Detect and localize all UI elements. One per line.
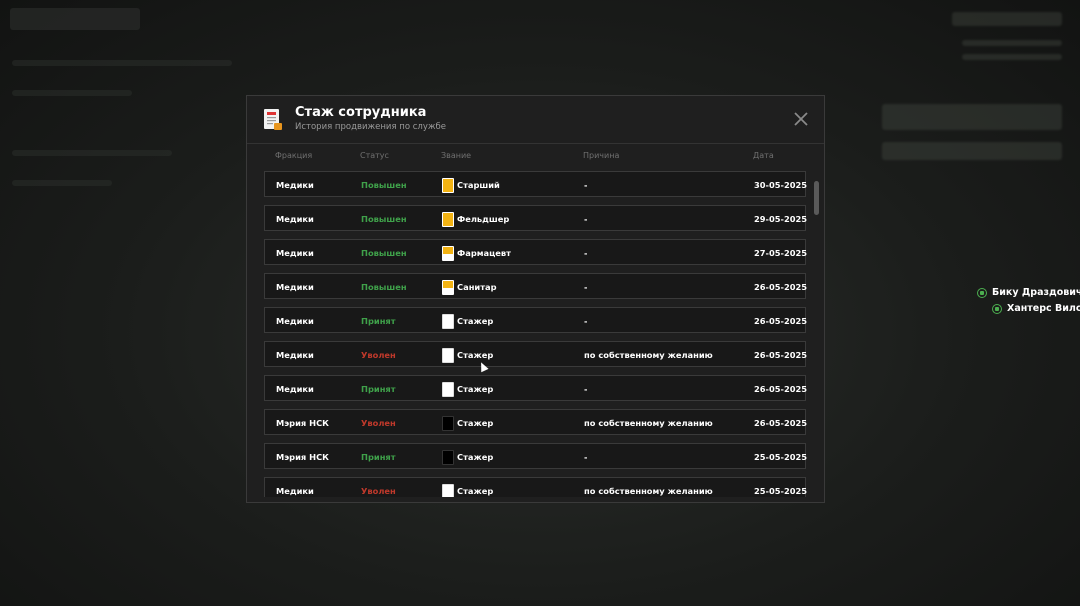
row-rank: Старший: [457, 180, 500, 190]
table-row[interactable]: Медики Уволен Стажер по собственному желани…: [264, 477, 808, 497]
table-row[interactable]: Медики Повышен Фельдшер - 29-05-2025: [264, 205, 808, 231]
row-reason: -: [584, 214, 588, 224]
row-date: 25-05-2025: [754, 452, 808, 462]
table-row[interactable]: Мэрия НСК Принят Стажер - 25-05-2025: [264, 443, 808, 469]
modal-title: Стаж сотрудника: [295, 105, 427, 120]
row-faction: Медики: [276, 282, 314, 292]
row-status: Повышен: [361, 180, 407, 190]
table-row[interactable]: Медики Принят Стажер - 26-05-2025: [264, 307, 808, 333]
column-header-reason: Причина: [583, 151, 620, 160]
table-row[interactable]: Медики Повышен Санитар - 26-05-2025: [264, 273, 808, 299]
background-logo-bar: [10, 8, 140, 30]
row-faction: Мэрия НСК: [276, 452, 329, 462]
row-faction: Медики: [276, 350, 314, 360]
row-reason: -: [584, 316, 588, 326]
rank-badge-icon: [442, 212, 454, 227]
row-status: Повышен: [361, 214, 407, 224]
row-reason: -: [584, 282, 588, 292]
row-status: Повышен: [361, 248, 407, 258]
row-date: 26-05-2025: [754, 316, 808, 326]
row-rank: Стажер: [457, 384, 494, 394]
modal-header: Стаж сотрудника История продвижения по с…: [247, 96, 824, 144]
table-header: Фракция Статус Звание Причина Дата: [247, 148, 824, 166]
rank-badge-icon: [442, 382, 454, 397]
row-reason: по собственному желанию: [584, 486, 713, 496]
row-faction: Медики: [276, 384, 314, 394]
voice-chat-icon: [992, 304, 1002, 314]
row-rank: Стажер: [457, 486, 494, 496]
row-date: 29-05-2025: [754, 214, 808, 224]
player-name-tag: Бику Драздович: [992, 287, 1080, 298]
row-date: 27-05-2025: [754, 248, 808, 258]
row-reason: -: [584, 180, 588, 190]
close-icon[interactable]: [792, 110, 810, 128]
row-reason: -: [584, 452, 588, 462]
row-date: 26-05-2025: [754, 384, 808, 394]
row-faction: Медики: [276, 316, 314, 326]
row-date: 30-05-2025: [754, 180, 808, 190]
row-status: Принят: [361, 384, 396, 394]
row-reason: -: [584, 248, 588, 258]
row-faction: Медики: [276, 248, 314, 258]
rank-badge-icon: [442, 416, 454, 431]
column-header-date: Дата: [753, 151, 774, 160]
table-row[interactable]: Медики Уволен Стажер по собственному желани…: [264, 341, 808, 367]
row-date: 26-05-2025: [754, 350, 808, 360]
table-row[interactable]: Медики Повышен Старший - 30-05-2025: [264, 171, 808, 197]
row-status: Принят: [361, 452, 396, 462]
row-reason: по собственному желанию: [584, 350, 713, 360]
table-row[interactable]: Медики Повышен Фармацевт - 27-05-2025: [264, 239, 808, 265]
row-reason: -: [584, 384, 588, 394]
row-rank: Стажер: [457, 350, 494, 360]
modal-subtitle: История продвижения по службе: [295, 122, 446, 132]
row-status: Уволен: [361, 486, 396, 496]
document-icon: [264, 109, 282, 130]
rank-badge-icon: [442, 450, 454, 465]
column-header-faction: Фракция: [275, 151, 313, 160]
rank-badge-icon: [442, 178, 454, 193]
row-rank: Санитар: [457, 282, 497, 292]
history-table[interactable]: Медики Повышен Старший - 30-05-2025 Медики Пов…: [264, 171, 808, 497]
row-rank: Стажер: [457, 418, 494, 428]
row-rank: Фармацевт: [457, 248, 511, 258]
player-name-tag: Хантерс Вилс: [1007, 303, 1080, 314]
rank-badge-icon: [442, 484, 454, 497]
row-faction: Медики: [276, 180, 314, 190]
row-status: Уволен: [361, 418, 396, 428]
table-row[interactable]: Медики Принят Стажер - 26-05-2025: [264, 375, 808, 401]
table-row[interactable]: Мэрия НСК Уволен Стажер по собственному жел…: [264, 409, 808, 435]
background-hud: [882, 6, 1072, 166]
voice-chat-icon: [977, 288, 987, 298]
row-rank: Фельдшер: [457, 214, 510, 224]
row-status: Повышен: [361, 282, 407, 292]
row-status: Принят: [361, 316, 396, 326]
row-date: 26-05-2025: [754, 282, 808, 292]
row-rank: Стажер: [457, 316, 494, 326]
rank-badge-icon: [442, 348, 454, 363]
scrollbar-thumb[interactable]: [814, 181, 819, 215]
row-reason: по собственному желанию: [584, 418, 713, 428]
column-header-rank: Звание: [441, 151, 472, 160]
rank-badge-icon: [442, 246, 454, 261]
column-header-status: Статус: [360, 151, 389, 160]
rank-badge-icon: [442, 314, 454, 329]
row-faction: Медики: [276, 214, 314, 224]
row-date: 25-05-2025: [754, 486, 808, 496]
rank-badge-icon: [442, 280, 454, 295]
row-date: 26-05-2025: [754, 418, 808, 428]
row-status: Уволен: [361, 350, 396, 360]
employee-service-record-modal: Стаж сотрудника История продвижения по с…: [246, 95, 825, 503]
row-rank: Стажер: [457, 452, 494, 462]
row-faction: Мэрия НСК: [276, 418, 329, 428]
row-faction: Медики: [276, 486, 314, 496]
